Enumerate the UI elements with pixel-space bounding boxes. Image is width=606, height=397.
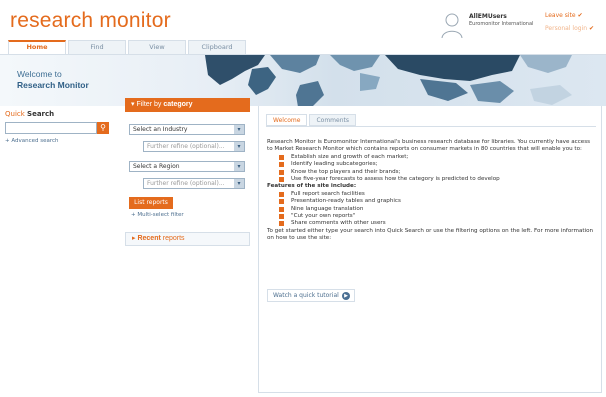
industry-select[interactable]: Select an Industry ▾ (129, 124, 245, 135)
benefit-text: Use five-year forecasts to assess how th… (291, 176, 500, 183)
orange-bullet-icon (279, 221, 284, 227)
tab-clipboard[interactable]: Clipboard (188, 40, 246, 54)
tab-comments[interactable]: Comments (309, 114, 356, 126)
chevron-down-icon: ▾ (234, 142, 244, 151)
benefit-item: Know the top players and their brands; (279, 169, 597, 176)
region-refine-select[interactable]: Further refine (optional)... ▾ (143, 178, 245, 189)
benefit-text: Establish size and growth of each market… (291, 153, 409, 160)
quick-search-label-a: Quick (5, 110, 25, 118)
intro-paragraph: Research Monitor is Euromonitor Internat… (267, 139, 591, 153)
orange-bullet-icon (279, 191, 284, 197)
main-content-panel: Welcome Comments Research Monitor is Eur… (258, 106, 602, 393)
benefit-text: Identify leading subcategories; (291, 161, 378, 168)
orange-bullet-icon (279, 154, 284, 160)
quick-search-row: ⚲ (5, 122, 109, 134)
feature-item: Full report search facilities (279, 191, 597, 198)
filter-panel: ▾ Filter by category Select an Industry ▾… (125, 98, 251, 378)
tutorial-label: Watch a quick tutorial (273, 292, 339, 299)
personal-login-link[interactable]: Personal login ✔ (545, 25, 605, 32)
leave-site-label: Leave site (545, 12, 576, 19)
list-reports-button[interactable]: List reports (129, 197, 173, 209)
region-select-label: Select a Region (133, 163, 180, 170)
user-name: AllEMUsers (469, 13, 507, 20)
tab-view[interactable]: View (128, 40, 186, 54)
tab-divider (266, 126, 596, 127)
feature-item: Share comments with other users (279, 220, 597, 227)
leave-site-link[interactable]: Leave site ✔ (545, 12, 605, 19)
orange-bullet-icon (279, 199, 284, 205)
main-nav-tabs: Home Find View Clipboard (8, 40, 248, 54)
recent-label-a: Recent (137, 235, 161, 242)
benefit-item: Identify leading subcategories; (279, 161, 597, 168)
chevron-down-icon: ▾ (234, 125, 244, 134)
feature-item: Nine language translation (279, 206, 597, 213)
triangle-down-icon: ▾ (131, 101, 135, 108)
quick-search-panel: Quick Search ⚲ + Advanced search (5, 110, 115, 392)
check-icon: ✔ (577, 12, 583, 19)
top-links: Leave site ✔ Personal login ✔ (545, 12, 605, 38)
user-organization: Euromonitor International (469, 21, 534, 27)
user-panel: AllEMUsers Euromonitor International (441, 12, 541, 38)
triangle-right-icon: ▸ (132, 235, 136, 242)
orange-bullet-icon (279, 177, 284, 183)
chevron-down-icon: ▾ (234, 179, 244, 188)
user-avatar-icon (441, 13, 463, 38)
industry-refine-select[interactable]: Further refine (optional)... ▾ (143, 141, 245, 152)
benefit-item: Establish size and growth of each market… (279, 154, 597, 161)
welcome-text: Research Monitor is Euromonitor Internat… (267, 139, 597, 243)
outro-paragraph: To get started either type your search i… (267, 227, 594, 242)
region-select[interactable]: Select a Region ▾ (129, 161, 245, 172)
top-bar: research monitor AllEMUsers Euromonitor … (0, 0, 606, 40)
features-heading: Features of the site include: (267, 183, 357, 190)
orange-bullet-icon (279, 162, 284, 168)
feature-item: "Cut your own reports" (279, 213, 597, 220)
tab-find[interactable]: Find (68, 40, 126, 54)
orange-bullet-icon (279, 169, 284, 175)
filter-title-b: category (163, 101, 193, 108)
check-icon: ✔ (589, 25, 595, 32)
personal-login-label: Personal login (545, 25, 588, 32)
multi-select-filter-link[interactable]: + Multi-select filter (131, 212, 251, 218)
welcome-banner: Welcome to Research Monitor (0, 54, 606, 106)
play-icon: ▶ (342, 292, 350, 300)
industry-select-label: Select an Industry (133, 126, 188, 133)
feature-text: Share comments with other users (291, 220, 386, 227)
feature-text: "Cut your own reports" (291, 213, 356, 220)
tab-home[interactable]: Home (8, 40, 66, 54)
chevron-down-icon: ▾ (234, 162, 244, 171)
welcome-heading: Welcome to Research Monitor (17, 69, 89, 91)
feature-text: Nine language translation (291, 205, 364, 212)
orange-bullet-icon (279, 206, 284, 212)
watch-tutorial-button[interactable]: Watch a quick tutorial ▶ (267, 289, 355, 302)
recent-reports-header[interactable]: ▸ Recent reports (125, 232, 250, 246)
region-refine-label: Further refine (optional)... (147, 180, 225, 187)
benefit-text: Know the top players and their brands; (291, 168, 401, 175)
product-name: Research Monitor (17, 80, 89, 90)
tab-welcome[interactable]: Welcome (266, 114, 308, 126)
filter-header[interactable]: ▾ Filter by category (125, 98, 250, 112)
quick-search-input[interactable] (5, 122, 97, 134)
benefit-item: Use five-year forecasts to assess how th… (279, 176, 597, 183)
content-tabs: Welcome Comments (266, 114, 356, 126)
feature-text: Full report search facilities (291, 190, 365, 197)
advanced-search-link[interactable]: + Advanced search (5, 138, 115, 144)
quick-search-label-b: Search (27, 110, 55, 118)
world-map-graphic (205, 55, 572, 106)
search-icon: ⚲ (100, 123, 106, 132)
site-logo[interactable]: research monitor (10, 9, 171, 33)
filter-title-a: Filter by (136, 101, 162, 108)
recent-label-b: reports (162, 235, 185, 242)
orange-bullet-icon (279, 214, 284, 220)
quick-search-title: Quick Search (5, 110, 115, 118)
industry-refine-label: Further refine (optional)... (147, 143, 225, 150)
feature-text: Presentation-ready tables and graphics (291, 198, 401, 205)
search-button[interactable]: ⚲ (97, 122, 109, 134)
welcome-prefix: Welcome to (17, 69, 62, 79)
feature-item: Presentation-ready tables and graphics (279, 198, 597, 205)
